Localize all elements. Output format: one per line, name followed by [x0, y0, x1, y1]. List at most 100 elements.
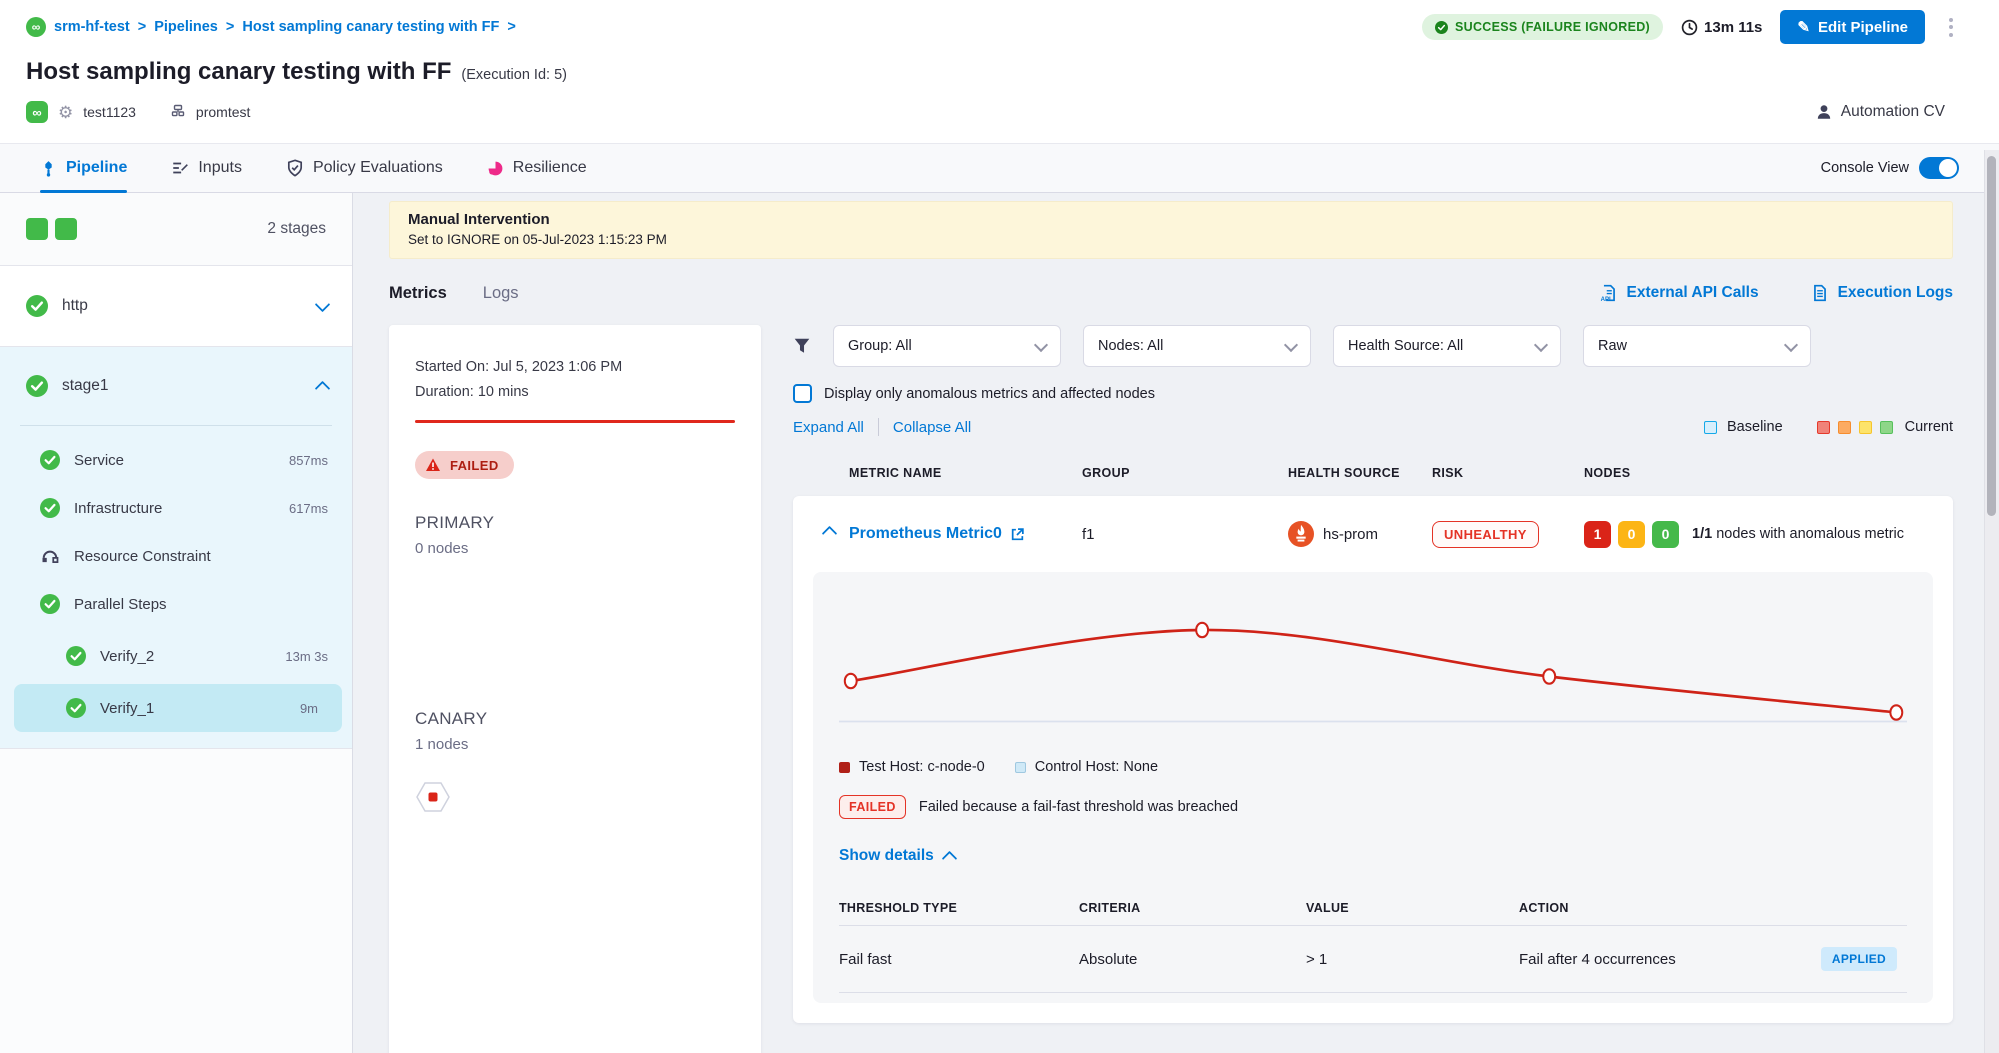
sidebar-step-verify-1[interactable]: Verify_1 9m [14, 684, 342, 732]
chevron-down-icon[interactable] [315, 296, 331, 312]
sidebar-step-parallel-steps[interactable]: Parallel Steps [0, 580, 352, 628]
current-yellow-swatch [1859, 421, 1872, 434]
collapse-metric-chevron[interactable] [824, 524, 849, 544]
person-icon [1815, 103, 1833, 121]
execution-id: (Execution Id: 5) [461, 67, 567, 83]
failed-progress-bar [415, 420, 735, 423]
sidebar-step-infrastructure[interactable]: Infrastructure 617ms [0, 484, 352, 532]
expand-all-link[interactable]: Expand All [793, 419, 864, 436]
applied-badge: APPLIED [1821, 947, 1897, 971]
stage-square-icon [55, 218, 77, 240]
success-check-icon [40, 594, 60, 614]
risk-badge: UNHEALTHY [1432, 521, 1539, 548]
breadcrumb-separator: > [507, 19, 515, 35]
threshold-table-header: THRESHOLD TYPE CRITERIA VALUE ACTION [839, 891, 1907, 926]
infrastructure-icon [170, 104, 186, 120]
nodes-filter-dropdown[interactable]: Nodes: All [1083, 325, 1311, 367]
resilience-icon [487, 160, 504, 177]
svg-text:API: API [1600, 297, 1610, 302]
console-view-toggle[interactable] [1919, 157, 1959, 179]
filter-icon [793, 337, 811, 355]
failed-message: Failed because a fail-fast threshold was… [919, 799, 1238, 815]
gear-icon: ⚙ [58, 104, 73, 121]
warning-triangle-icon [425, 457, 441, 473]
started-on: Started On: Jul 5, 2023 1:06 PM [415, 359, 735, 375]
external-api-calls-link[interactable]: API External API Calls [1600, 284, 1759, 302]
metric-group: f1 [1082, 526, 1288, 543]
pencil-icon: ✎ [1797, 18, 1810, 36]
threshold-value: > 1 [1306, 951, 1519, 968]
group-filter-dropdown[interactable]: Group: All [833, 325, 1061, 367]
current-red-swatch [1817, 421, 1830, 434]
console-view-label: Console View [1821, 160, 1909, 176]
data-type-dropdown[interactable]: Raw [1583, 325, 1811, 367]
baseline-current-legend: Baseline Current [1704, 419, 1953, 435]
control-host-swatch [1015, 762, 1026, 773]
show-details-link[interactable]: Show details [839, 847, 1907, 865]
execution-logs-link[interactable]: Execution Logs [1811, 284, 1953, 302]
chevron-up-icon[interactable] [315, 380, 331, 396]
breadcrumb-pipelines[interactable]: Pipelines [154, 19, 218, 35]
vertical-scrollbar[interactable] [1984, 150, 1999, 1053]
step-details-panel: Manual Intervention Set to IGNORE on 05-… [353, 193, 1999, 1053]
test-host-swatch [839, 762, 850, 773]
tab-resilience[interactable]: Resilience [487, 144, 587, 192]
metric-name-link[interactable]: Prometheus Metric0 [849, 525, 1082, 543]
threshold-type: Fail fast [839, 951, 1079, 968]
breadcrumb-pipeline-name[interactable]: Host sampling canary testing with FF [242, 19, 499, 35]
stage-count-label: 2 stages [267, 220, 326, 238]
tab-logs[interactable]: Logs [483, 284, 519, 303]
check-circle-icon [1435, 21, 1448, 34]
control-host-label: Control Host: None [1035, 759, 1158, 775]
verification-status-badge: FAILED [415, 451, 514, 479]
tab-policy-evaluations[interactable]: Policy Evaluations [286, 144, 443, 192]
failed-badge: FAILED [839, 795, 906, 819]
sidebar-step-verify-2[interactable]: Verify_2 13m 3s [0, 632, 352, 680]
success-check-icon [66, 646, 86, 666]
success-check-icon [40, 498, 60, 518]
verification-summary-card: Started On: Jul 5, 2023 1:06 PM Duration… [389, 325, 761, 1053]
main-tabbar: Pipeline Inputs Policy Evaluations Resil… [0, 143, 1999, 193]
tab-metrics[interactable]: Metrics [389, 284, 447, 303]
tab-inputs[interactable]: Inputs [171, 144, 242, 192]
sidebar-stage-stage1[interactable]: stage1 [0, 347, 352, 425]
tab-pipeline[interactable]: Pipeline [40, 144, 127, 192]
stage-square-icon [26, 218, 48, 240]
healthy-node-count: 0 [1652, 521, 1679, 548]
metric-card: Prometheus Metric0 f1 hs-prom UNHEALTHY … [793, 496, 1953, 1023]
service-name: test1123 [83, 104, 136, 120]
pipeline-icon [40, 160, 57, 177]
clock-icon [1681, 19, 1698, 36]
breadcrumb-separator: > [226, 19, 234, 35]
manual-intervention-banner: Manual Intervention Set to IGNORE on 05-… [389, 201, 1953, 259]
edit-pipeline-button[interactable]: ✎ Edit Pipeline [1780, 10, 1925, 44]
chevron-down-icon [1784, 337, 1798, 351]
more-options-menu[interactable] [1943, 14, 1959, 41]
shield-check-icon [286, 159, 304, 177]
sidebar-step-service[interactable]: Service 857ms [0, 436, 352, 484]
threshold-action: Fail after 4 occurrences [1519, 951, 1676, 968]
primary-label: PRIMARY [415, 513, 735, 533]
threshold-table-row: Fail fast Absolute > 1 Fail after 4 occu… [839, 926, 1907, 993]
canary-label: CANARY [415, 709, 735, 729]
breadcrumb: ∞ srm-hf-test > Pipelines > Host samplin… [26, 17, 516, 37]
canary-node-hexagon[interactable] [415, 779, 451, 820]
prometheus-icon [1288, 521, 1314, 547]
test-host-label: Test Host: c-node-0 [859, 759, 985, 775]
collapse-all-link[interactable]: Collapse All [893, 419, 971, 436]
success-check-icon [26, 375, 48, 397]
external-link-icon [1010, 527, 1025, 542]
metrics-table-header: METRIC NAME GROUP HEALTH SOURCE RISK NOD… [793, 466, 1953, 480]
harness-service-icon: ∞ [26, 101, 48, 123]
health-source-filter-dropdown[interactable]: Health Source: All [1333, 325, 1561, 367]
banner-subtitle: Set to IGNORE on 05-Jul-2023 1:15:23 PM [408, 232, 1934, 247]
sidebar-step-resource-constraint[interactable]: Resource Constraint [0, 532, 352, 580]
sidebar-stage-http[interactable]: http [0, 266, 352, 347]
breadcrumb-project[interactable]: srm-hf-test [54, 19, 130, 35]
success-check-icon [40, 450, 60, 470]
chevron-up-icon [941, 850, 957, 866]
status-badge: SUCCESS (FAILURE IGNORED) [1422, 14, 1663, 40]
scrollbar-thumb[interactable] [1987, 156, 1996, 516]
anomalous-only-checkbox[interactable] [793, 384, 812, 403]
chevron-down-icon [1034, 337, 1048, 351]
